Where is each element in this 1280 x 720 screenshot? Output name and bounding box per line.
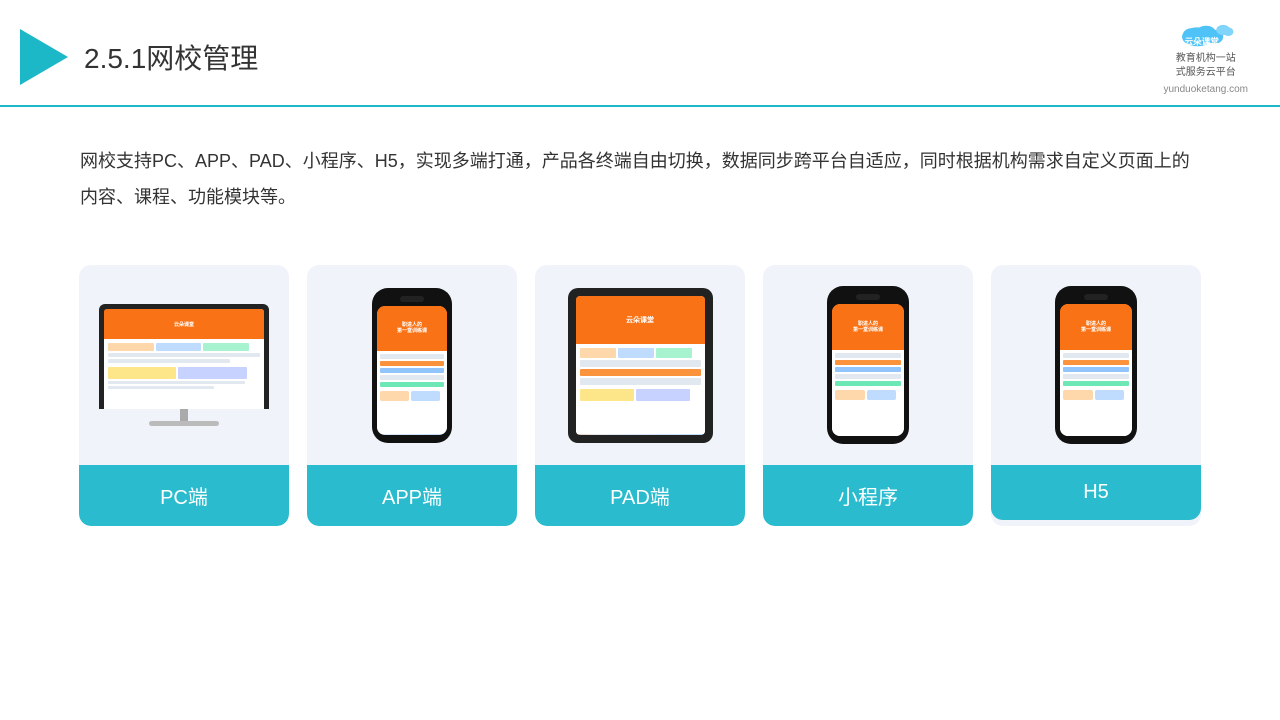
mini-bar bbox=[835, 374, 901, 379]
mini-bar bbox=[835, 360, 901, 365]
mini-bar bbox=[835, 367, 901, 372]
phone-mockup-app: 职进人的第一堂训练课 bbox=[372, 288, 452, 443]
mini-bar bbox=[380, 375, 444, 380]
phone-screen-top-mini: 职进人的第一堂训练课 bbox=[832, 304, 904, 350]
pc-base bbox=[149, 421, 219, 426]
tablet-mockup: 云朵课堂 bbox=[568, 288, 713, 443]
mini-bar bbox=[1063, 360, 1129, 365]
card-app-label: APP端 bbox=[307, 465, 517, 526]
phone-text-h5: 职进人的第一堂训练课 bbox=[1081, 321, 1111, 334]
phone-outer-mini: 职进人的第一堂训练课 bbox=[827, 286, 909, 444]
phone-screen-bottom-mini bbox=[832, 350, 904, 436]
page-title: 2.5.1网校管理 bbox=[84, 37, 258, 77]
phone-screen-top-app: 职进人的第一堂训练课 bbox=[377, 306, 447, 351]
mini-bar bbox=[835, 381, 901, 386]
card-pc-label: PC端 bbox=[79, 465, 289, 526]
phone-screen-top-h5: 职进人的第一堂训练课 bbox=[1060, 304, 1132, 350]
pc-screen-outer: 云朵课堂 bbox=[99, 304, 269, 409]
mini-bar bbox=[1063, 367, 1129, 372]
cards-container: 云朵课堂 bbox=[0, 245, 1280, 546]
card-pad-image: 云朵课堂 bbox=[535, 265, 745, 465]
mini-bar bbox=[835, 353, 901, 358]
svg-text:云朵课堂: 云朵课堂 bbox=[1184, 36, 1219, 47]
phone-screen-h5: 职进人的第一堂训练课 bbox=[1060, 304, 1132, 436]
card-h5-image: 职进人的第一堂训练课 bbox=[991, 265, 1201, 465]
card-pad: 云朵课堂 bbox=[535, 265, 745, 526]
phone-outer-h5: 职进人的第一堂训练课 bbox=[1055, 286, 1137, 444]
phone-notch-h5 bbox=[1084, 294, 1108, 300]
phone-text-app: 职进人的第一堂训练课 bbox=[397, 322, 427, 335]
brand-tagline: 教育机构一站 式服务云平台 bbox=[1176, 52, 1236, 80]
header: 2.5.1网校管理 云朵课堂 教育机构一站 式服务云平台 yunduoketan… bbox=[0, 0, 1280, 107]
phone-mockup-mini: 职进人的第一堂训练课 bbox=[827, 286, 909, 444]
phone-screen-mini: 职进人的第一堂训练课 bbox=[832, 304, 904, 436]
tablet-bar bbox=[580, 378, 701, 385]
mini-bar bbox=[380, 361, 444, 366]
pc-stand bbox=[180, 409, 188, 421]
brand-logo: 云朵课堂 教育机构一站 式服务云平台 yunduoketang.com bbox=[1163, 18, 1248, 95]
header-left: 2.5.1网校管理 bbox=[20, 29, 258, 85]
phone-outer-app: 职进人的第一堂训练课 bbox=[372, 288, 452, 443]
mini-bar bbox=[1063, 374, 1129, 379]
card-h5: 职进人的第一堂训练课 bbox=[991, 265, 1201, 526]
pc-screen-inner: 云朵课堂 bbox=[104, 309, 264, 409]
card-pad-label: PAD端 bbox=[535, 465, 745, 526]
description-text: 网校支持PC、APP、PAD、小程序、H5，实现多端打通，产品各终端自由切换，数… bbox=[0, 107, 1280, 235]
tablet-bar bbox=[580, 360, 701, 367]
tablet-outer: 云朵课堂 bbox=[568, 288, 713, 443]
tablet-bar bbox=[580, 369, 701, 376]
tablet-screen-top: 云朵课堂 bbox=[576, 296, 705, 345]
mini-bar bbox=[1063, 353, 1129, 358]
brand-icon: 云朵课堂 bbox=[1176, 18, 1236, 48]
card-mini-image: 职进人的第一堂训练课 bbox=[763, 265, 973, 465]
brand-url: yunduoketang.com bbox=[1163, 84, 1248, 95]
mini-bar bbox=[380, 368, 444, 373]
card-h5-label: H5 bbox=[991, 465, 1201, 520]
phone-notch-app bbox=[400, 296, 424, 302]
mini-bar bbox=[380, 382, 444, 387]
phone-text-mini: 职进人的第一堂训练课 bbox=[853, 321, 883, 334]
card-pc: 云朵课堂 bbox=[79, 265, 289, 526]
phone-mockup-h5: 职进人的第一堂训练课 bbox=[1055, 286, 1137, 444]
card-mini-label: 小程序 bbox=[763, 465, 973, 526]
phone-screen-app: 职进人的第一堂训练课 bbox=[377, 306, 447, 435]
mini-bar bbox=[380, 354, 444, 359]
card-app: 职进人的第一堂训练课 bbox=[307, 265, 517, 526]
phone-notch-mini bbox=[856, 294, 880, 300]
tablet-screen-bottom bbox=[576, 344, 705, 434]
phone-screen-bottom-h5 bbox=[1060, 350, 1132, 436]
phone-screen-bottom-app bbox=[377, 351, 447, 435]
mini-bar bbox=[1063, 381, 1129, 386]
cloud-icon: 云朵课堂 bbox=[1176, 18, 1236, 48]
logo-triangle-icon bbox=[20, 29, 68, 85]
pc-mockup: 云朵课堂 bbox=[99, 304, 269, 426]
tablet-screen: 云朵课堂 bbox=[576, 296, 705, 435]
card-pc-image: 云朵课堂 bbox=[79, 265, 289, 465]
card-app-image: 职进人的第一堂训练课 bbox=[307, 265, 517, 465]
card-mini-program: 职进人的第一堂训练课 bbox=[763, 265, 973, 526]
